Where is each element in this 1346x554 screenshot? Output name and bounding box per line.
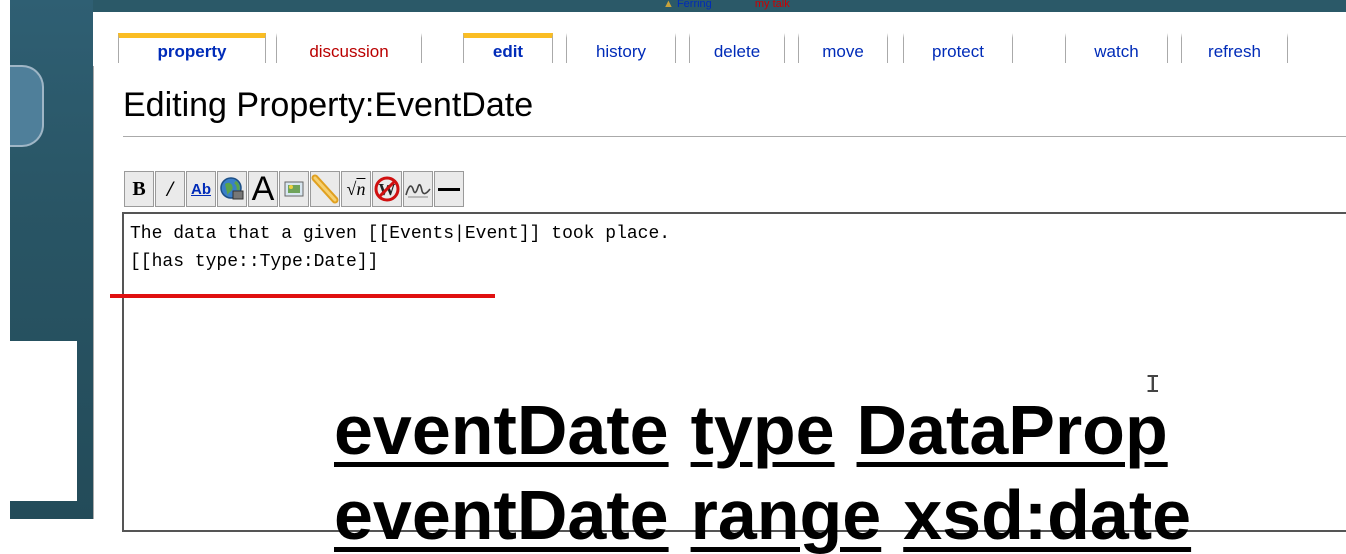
title-divider [123, 136, 1346, 137]
media-icon [311, 174, 339, 204]
tab-edit[interactable]: edit [463, 33, 553, 63]
horizontal-line-button[interactable] [434, 171, 464, 207]
user-icon: ▲ [663, 0, 674, 10]
horizontal-line-icon [438, 187, 460, 191]
overlay-subject: eventDate [334, 476, 669, 554]
tab-history[interactable]: history [566, 33, 676, 63]
page-title: Editing Property:EventDate [123, 86, 534, 124]
tab-protect[interactable]: protect [903, 33, 1013, 63]
user-link[interactable]: Ferring [677, 0, 712, 10]
site-logo-fragment [10, 65, 44, 147]
math-icon: √n [346, 178, 366, 199]
headline-button[interactable]: A [248, 171, 278, 207]
overlay-subject: eventDate [334, 391, 669, 469]
overlay-object: DataProp [856, 391, 1168, 469]
image-icon [284, 181, 304, 197]
overlay-triple-1: eventDate type DataProp [334, 395, 1168, 465]
embedded-image-button[interactable] [279, 171, 309, 207]
window-edge [0, 0, 10, 519]
overlay-predicate: range [690, 476, 882, 554]
media-file-button[interactable] [310, 171, 340, 207]
tab-discussion[interactable]: discussion [276, 33, 422, 63]
personal-bar: ▲ Ferring my talk [93, 0, 1346, 12]
globe-icon [219, 176, 245, 202]
tab-watch[interactable]: watch [1065, 33, 1168, 63]
external-link-button[interactable] [217, 171, 247, 207]
nowiki-icon: W [374, 176, 400, 202]
editor-line-2: [[has type::Type:Date]] [130, 252, 379, 272]
overlay-predicate: type [690, 391, 835, 469]
internal-link-button[interactable]: Ab [186, 171, 216, 207]
sidebar-panel [10, 341, 77, 501]
italic-button[interactable]: / [155, 171, 185, 207]
page-tabs: property discussion edit history delete … [93, 12, 1346, 66]
annotation-underline [110, 294, 495, 298]
editor-line-1: The data that a given [[Events|Event]] t… [130, 224, 671, 244]
tab-delete[interactable]: delete [689, 33, 785, 63]
overlay-triple-2: eventDate range xsd:date [334, 480, 1191, 550]
internal-link-icon: Ab [191, 180, 211, 198]
bold-icon: B [132, 177, 146, 200]
nowiki-button[interactable]: W [372, 171, 402, 207]
bold-button[interactable]: B [124, 171, 154, 207]
signature-icon [404, 177, 432, 201]
italic-icon: / [166, 176, 174, 201]
signature-button[interactable] [403, 171, 433, 207]
tab-property[interactable]: property [118, 33, 266, 63]
tab-refresh[interactable]: refresh [1181, 33, 1288, 63]
tab-move[interactable]: move [798, 33, 888, 63]
math-formula-button[interactable]: √n [341, 171, 371, 207]
headline-icon: A [251, 171, 275, 207]
personal-bar-links: ▲ Ferring my talk [663, 0, 790, 10]
edit-toolbar: B / Ab A √n [124, 171, 464, 207]
my-talk-link[interactable]: my talk [755, 0, 790, 10]
overlay-object: xsd:date [903, 476, 1192, 554]
